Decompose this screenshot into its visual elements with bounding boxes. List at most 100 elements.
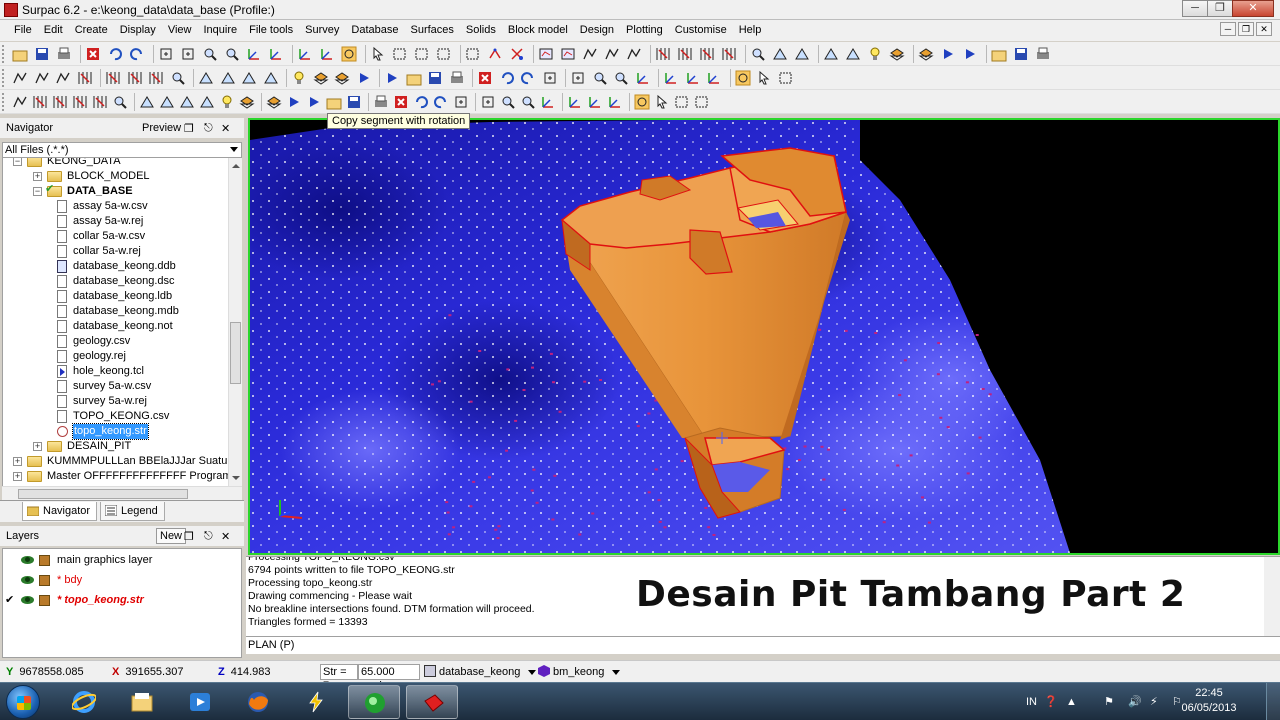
tree-item[interactable]: survey 5a-w.rej [3,394,228,409]
toolbar-tri-icon[interactable] [220,70,236,86]
toolbar-line-icon[interactable] [626,46,642,62]
3d-scene[interactable] [250,120,1278,553]
toolbar-select-icon[interactable] [694,94,710,110]
angle-field[interactable]: 65.000 angle [358,664,420,692]
toolbar-folder-icon[interactable] [12,46,28,62]
tree-item[interactable]: collar 5a-w.rej [3,244,228,259]
media-player-taskbar-button[interactable] [174,685,226,719]
tree-item[interactable]: topo_keong.str [3,423,228,440]
menu-design[interactable]: Design [574,20,620,41]
toolbar-play-icon[interactable] [286,94,302,110]
tree-item[interactable]: database_keong.mdb [3,304,228,319]
tree-item[interactable]: database_keong.dsc [3,274,228,289]
tree-item[interactable]: + DESAIN_PIT [3,439,228,454]
visibility-eye-icon[interactable] [21,596,34,604]
toolbar-line-icon[interactable] [604,46,620,62]
toolbar-tri-icon[interactable] [263,70,279,86]
menu-display[interactable]: Display [114,20,162,41]
toolbar-grid-icon[interactable] [699,46,715,62]
scroll-thumb[interactable] [230,322,241,384]
menu-block-model[interactable]: Block model [502,20,574,41]
toolbar-box-icon[interactable] [453,94,469,110]
toolbar-line-icon[interactable] [34,70,50,86]
security-icon[interactable]: ⚑ [1104,694,1114,710]
toolbar-grid-icon[interactable] [72,94,88,110]
menu-view[interactable]: View [162,20,198,41]
toolbar-box-icon[interactable] [158,46,174,62]
report-scrollbar[interactable] [1264,557,1280,636]
toolbar-axis-icon[interactable] [706,70,722,86]
menu-customise[interactable]: Customise [669,20,733,41]
scroll-down-icon[interactable] [232,476,240,480]
toolbar-axis-icon[interactable] [319,46,335,62]
layer-item[interactable]: main graphics layer [7,551,237,569]
expand-icon[interactable]: + [33,442,42,451]
database-select[interactable]: database_keong [424,664,537,680]
toolbar-box-icon[interactable] [480,94,496,110]
toolbar-layer-icon[interactable] [889,46,905,62]
toolbar-tri-icon[interactable] [823,46,839,62]
toolbar-axis-icon[interactable] [635,70,651,86]
menu-plotting[interactable]: Plotting [620,20,669,41]
toolbar-axis-icon[interactable] [663,70,679,86]
toolbar-axis-icon[interactable] [246,46,262,62]
file-filter-select[interactable]: All Files (.*.*) [2,142,242,158]
toolbar-zoom-icon[interactable] [750,46,766,62]
surpac-taskbar-button[interactable] [406,685,458,719]
toolbar-select-icon[interactable] [436,46,452,62]
toolbar-layer-icon[interactable] [312,70,329,86]
toolbar-save-icon[interactable] [427,70,443,86]
tree-item[interactable]: + KUMMMPULLLan BBElaJJJar Suatu PPRO [3,454,228,469]
toolbar-tri-icon[interactable] [772,46,788,62]
tree-horizontal-scrollbar[interactable] [2,486,242,500]
toolbar-axis-icon[interactable] [607,94,623,110]
toolbar-grid-icon[interactable] [77,70,93,86]
menu-create[interactable]: Create [69,20,114,41]
toolbar-close-icon[interactable] [477,70,493,86]
firefox-taskbar-button[interactable] [232,685,284,719]
toolbar-grid-icon[interactable] [92,94,108,110]
tree-item[interactable]: + Master OFFFFFFFFFFFFFF Program [3,469,228,484]
toolbar-eye-icon[interactable] [560,46,576,62]
toolbar-play-icon[interactable] [962,46,978,62]
toolbar-select-icon[interactable] [414,46,430,62]
lock-icon[interactable] [39,575,50,586]
green-app-taskbar-button[interactable] [348,685,400,719]
float-icon[interactable]: ❐ [184,530,194,543]
surpac-app-icon[interactable] [4,3,18,17]
toolbar-target-icon[interactable] [341,46,357,62]
winamp-taskbar-button[interactable] [290,685,342,719]
tree-item[interactable]: geology.csv [3,334,228,349]
toolbar-undo-icon[interactable] [107,46,123,62]
toolbar-box-icon[interactable] [180,46,196,62]
float-icon[interactable]: ❐ [184,122,194,135]
toolbar-target-icon[interactable] [735,70,751,86]
toolbar-play-icon[interactable] [940,46,956,62]
toolbar-grid-icon[interactable] [127,70,143,86]
tree-item[interactable]: collar 5a-w.csv [3,229,228,244]
pin-icon[interactable]: ⎋ [204,530,213,543]
toolbar-select-icon[interactable] [778,70,794,86]
toolbar-print-icon[interactable] [56,46,72,62]
lock-icon[interactable] [39,555,50,566]
menu-file-tools[interactable]: File tools [243,20,299,41]
tree-vertical-scrollbar[interactable] [228,158,242,486]
toolbar-play-icon[interactable] [356,70,372,86]
layer-item[interactable]: ✔ * topo_keong.str [5,591,237,609]
tree-item[interactable]: database_keong.not [3,319,228,334]
toolbar-save-icon[interactable] [1013,46,1029,62]
toolbar-box-icon[interactable] [542,70,558,86]
minimize-button[interactable]: ─ [1182,0,1208,17]
toolbar-tri-icon[interactable] [139,94,155,110]
toolbar-eye-icon[interactable] [538,46,554,62]
block-model-select[interactable]: bm_keong [538,664,621,680]
toolbar-axis-icon[interactable] [268,46,284,62]
toolbar-save-icon[interactable] [34,46,50,62]
toolbar-axis-icon[interactable] [297,46,313,62]
toolbar-grid-icon[interactable] [32,94,48,110]
doc-minimize-button[interactable]: ─ [1220,22,1236,36]
lock-icon[interactable] [39,595,50,606]
toolbar-line-icon[interactable] [12,94,28,110]
toolbar-play-icon[interactable] [306,94,322,110]
toolbar-bulb-icon[interactable] [867,46,883,62]
